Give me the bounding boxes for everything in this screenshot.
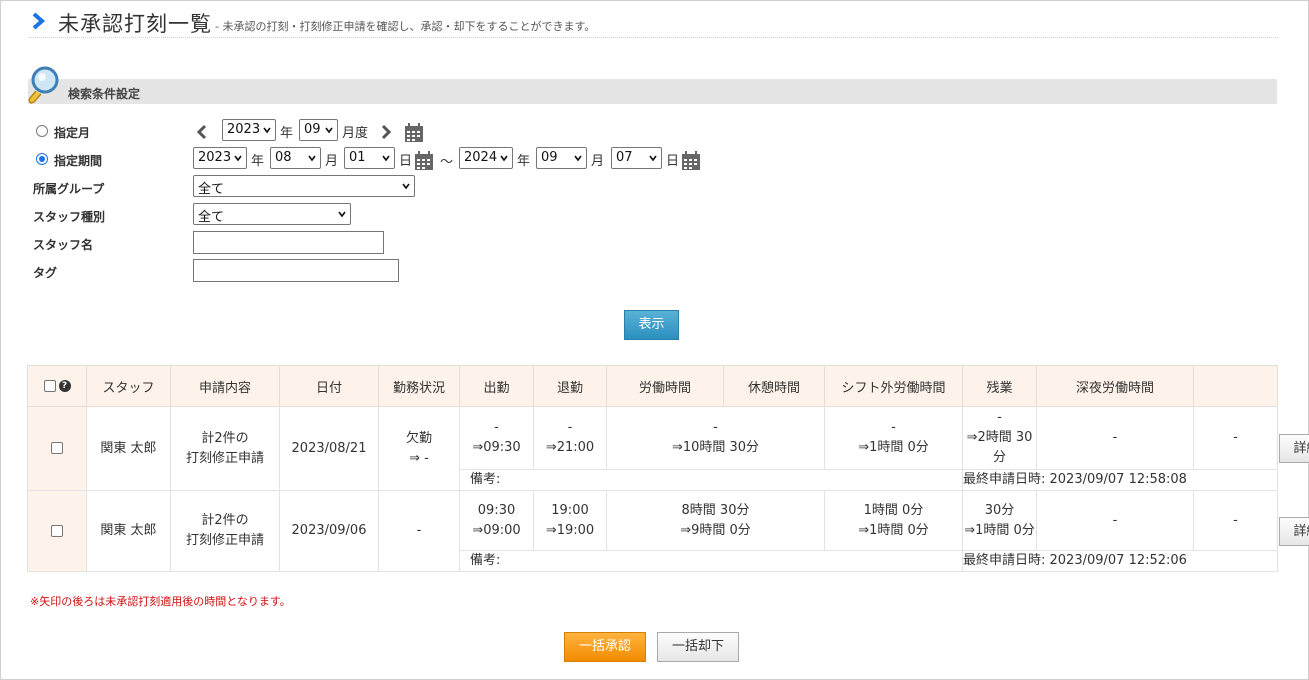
clock-in-cell: - ⇒09:30 (459, 406, 534, 470)
header-date: 日付 (279, 365, 379, 407)
month-radio[interactable] (36, 125, 48, 137)
date-cell: 2023/08/21 (279, 406, 379, 491)
row-checkbox[interactable] (51, 524, 63, 537)
to-month-unit: 月 (591, 154, 605, 169)
staff-type-select[interactable]: 全て (193, 203, 351, 225)
row-checkbox[interactable] (51, 442, 63, 454)
month-year-unit: 年 (280, 126, 294, 141)
group-select[interactable]: 全て (193, 175, 415, 197)
month-label: 指定月 (54, 126, 91, 140)
month-month-select[interactable]: 09 (299, 119, 338, 141)
note-cell: 備考: (459, 550, 963, 572)
tag-input[interactable] (193, 259, 399, 282)
bulk-reject-button[interactable]: 一括却下 (657, 632, 739, 662)
header-offshift-time: シフト外労働時間 (824, 365, 963, 407)
table-row: 関東 太郎 計2件の 打刻修正申請 2023/09/06 - 09:30 ⇒09:0… (27, 490, 1309, 572)
from-calendar-icon[interactable] (414, 151, 434, 171)
from-year-select[interactable]: 2023 (193, 147, 247, 169)
header-clock-in: 出勤 (459, 365, 534, 407)
last-applied-cell: 最終申請日時: 2023/09/07 12:52:06 (962, 550, 1278, 572)
header-staff: スタッフ (86, 365, 171, 407)
to-year-select[interactable]: 2024 (459, 147, 513, 169)
results-table: ? スタッフ 申請内容 日付 勤務状況 出勤 退勤 労働時間 休憩時間 シフト外… (27, 365, 1309, 572)
show-button[interactable]: 表示 (624, 310, 679, 340)
next-month-icon[interactable] (380, 124, 392, 140)
from-day-unit: 日 (399, 154, 413, 169)
night-cell: - (1193, 406, 1278, 470)
staff-name-label: スタッフ名 (33, 238, 94, 252)
header-clock-out: 退勤 (533, 365, 607, 407)
offshift-cell: - ⇒2時間 30分 (962, 406, 1037, 470)
search-section-label: 検索条件設定 (68, 87, 141, 101)
header-action (1193, 365, 1278, 407)
detail-button[interactable]: 詳細 (1279, 516, 1309, 546)
staff-type-label: スタッフ種別 (33, 210, 106, 224)
work-time-cell: - ⇒10時間 30分 (606, 406, 825, 470)
month-year-select[interactable]: 2023 (222, 119, 276, 141)
tag-label: タグ (33, 266, 58, 280)
offshift-cell: 30分 ⇒1時間 0分 (962, 490, 1037, 551)
to-year-unit: 年 (517, 154, 531, 169)
month-unit: 月度 (342, 126, 369, 141)
overtime-cell: - (1036, 406, 1194, 470)
period-label: 指定期間 (54, 154, 103, 168)
clock-out-cell: 19:00 ⇒19:00 (533, 490, 607, 551)
select-all-checkbox[interactable] (43, 380, 56, 392)
search-section-header: 検索条件設定 (28, 79, 1277, 104)
staff-name-input[interactable] (193, 231, 384, 254)
night-cell: - (1193, 490, 1278, 551)
from-month-select[interactable]: 08 (270, 147, 321, 169)
footnote: ※矢印の後ろは未承認打刻適用後の時間となります。 (30, 595, 291, 608)
to-day-select[interactable]: 07 (611, 147, 662, 169)
content-cell: 計2件の 打刻修正申請 (170, 490, 280, 572)
to-day-unit: 日 (666, 154, 680, 169)
header-overtime: 残業 (962, 365, 1037, 407)
page-header: 未承認打刻一覧 - 未承認の打刻・打刻修正申請を確認し、承認・却下をすることがで… (28, 6, 1278, 38)
calendar-icon[interactable] (404, 123, 424, 143)
prev-month-icon[interactable] (196, 124, 208, 140)
period-radio[interactable] (36, 153, 48, 165)
period-tilde: ～ (440, 155, 454, 170)
header-content: 申請内容 (170, 365, 280, 407)
work-time-cell: 8時間 30分 ⇒9時間 0分 (606, 490, 825, 551)
header-break-time: 休憩時間 (723, 365, 825, 407)
header-select-all: ? (27, 365, 87, 407)
table-row: 関東 太郎 計2件の 打刻修正申請 2023/08/21 欠勤 ⇒ - - ⇒09:3… (27, 406, 1309, 491)
to-calendar-icon[interactable] (681, 151, 701, 171)
row-checkbox-cell (27, 406, 87, 491)
magnifier-icon (28, 66, 59, 104)
note-cell: 備考: (459, 469, 963, 491)
to-month-select[interactable]: 09 (536, 147, 587, 169)
overtime-cell: - (1036, 490, 1194, 551)
help-icon[interactable]: ? (58, 380, 71, 392)
chevron-right-icon (32, 12, 46, 30)
row-checkbox-cell (27, 490, 87, 572)
staff-cell: 関東 太郎 (86, 406, 171, 491)
break-time-cell: 1時間 0分 ⇒1時間 0分 (824, 490, 963, 551)
staff-cell: 関東 太郎 (86, 490, 171, 572)
page-subtitle: - 未承認の打刻・打刻修正申請を確認し、承認・却下をすることができます。 (215, 20, 596, 33)
clock-in-cell: 09:30 ⇒09:00 (459, 490, 534, 551)
bulk-approve-button[interactable]: 一括承認 (564, 632, 646, 662)
header-work-time: 労働時間 (606, 365, 724, 407)
page-title: 未承認打刻一覧 (58, 12, 212, 36)
from-day-select[interactable]: 01 (344, 147, 395, 169)
clock-out-cell: - ⇒21:00 (533, 406, 607, 470)
header-night-time: 深夜労働時間 (1036, 365, 1194, 407)
date-cell: 2023/09/06 (279, 490, 379, 572)
header-status: 勤務状況 (378, 365, 460, 407)
status-cell: 欠勤 ⇒ - (378, 406, 460, 491)
content-cell: 計2件の 打刻修正申請 (170, 406, 280, 491)
status-cell: - (378, 490, 460, 572)
group-label: 所属グループ (33, 182, 105, 196)
detail-button[interactable]: 詳細 (1279, 434, 1309, 463)
last-applied-cell: 最終申請日時: 2023/09/07 12:58:08 (962, 469, 1278, 491)
from-month-unit: 月 (325, 154, 339, 169)
break-time-cell: - ⇒1時間 0分 (824, 406, 963, 470)
from-year-unit: 年 (251, 154, 265, 169)
